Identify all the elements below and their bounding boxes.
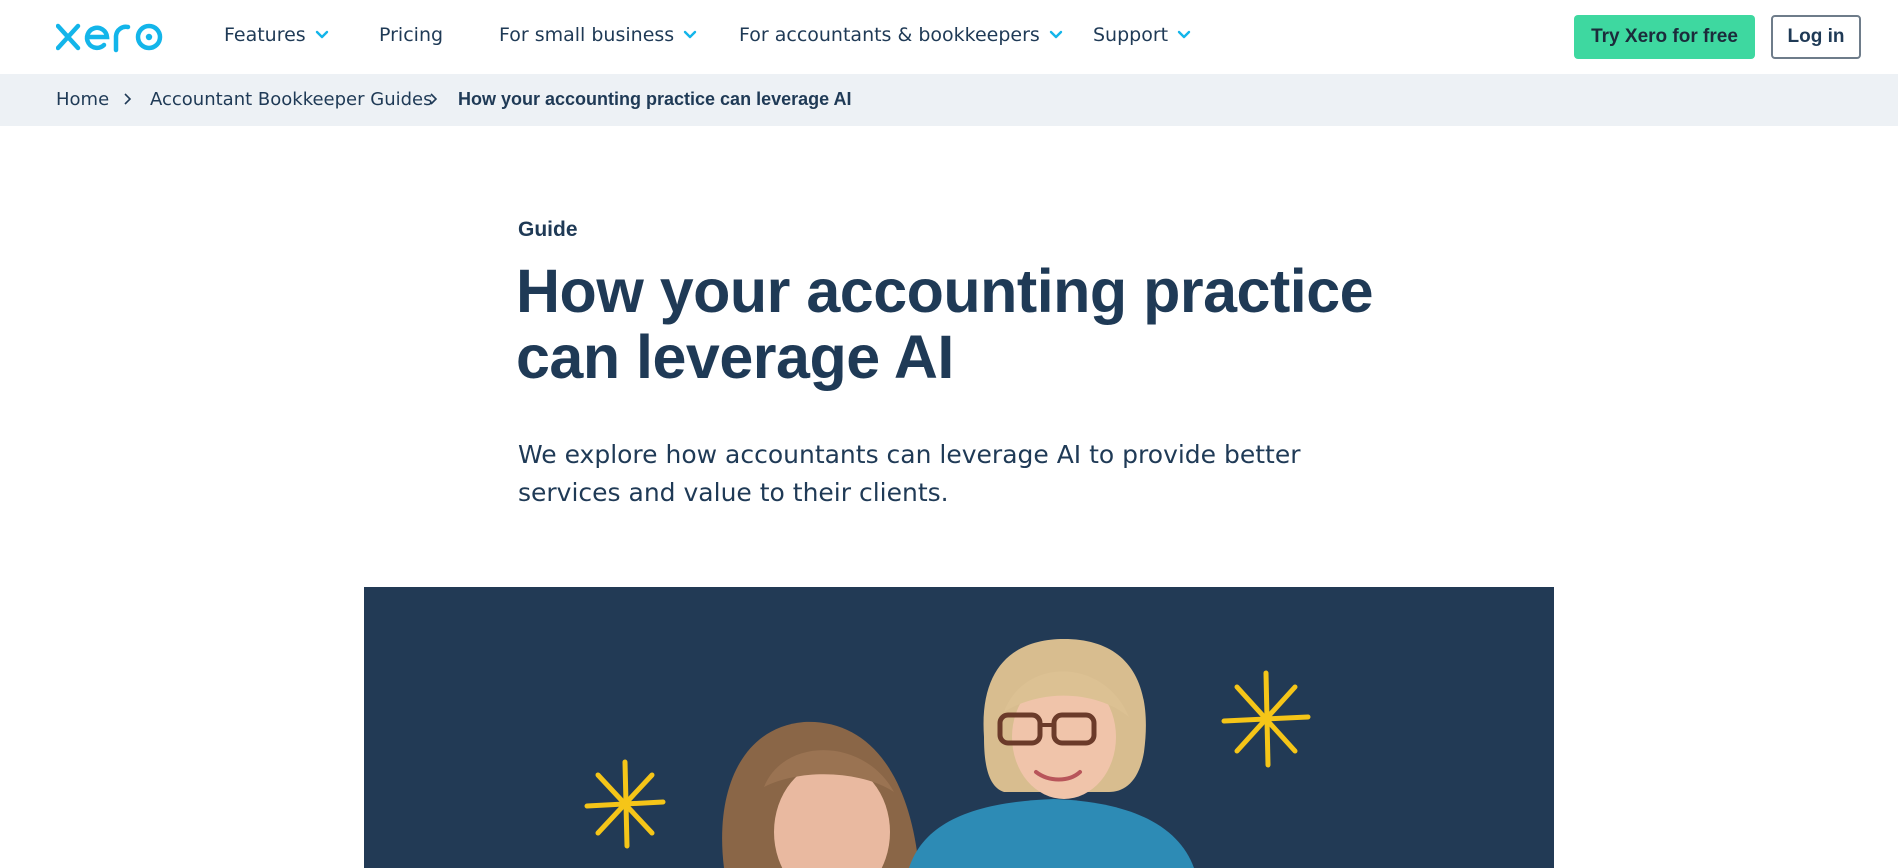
nav-pricing-label: Pricing [379,24,444,46]
breadcrumb-accountant-guides[interactable]: Accountant Bookkeeper Guides [150,89,432,110]
breadcrumb: Home Accountant Bookkeeper Guides How yo… [0,74,1898,126]
sparkle-icon [584,759,666,849]
top-navigation: Features Pricing For small business For … [0,0,1898,74]
nav-support[interactable]: Support [1093,24,1192,46]
chevron-right-icon [124,93,132,105]
nav-features[interactable]: Features [224,24,330,46]
xero-logo[interactable] [56,20,166,54]
login-button[interactable]: Log in [1771,15,1861,59]
hero-illustration [584,639,1311,868]
page-title: How your accounting practice can leverag… [516,257,1374,391]
chevron-down-icon [683,30,697,39]
chevron-down-icon [315,30,328,39]
chevron-down-icon [1049,30,1063,39]
nav-support-label: Support [1093,24,1169,46]
sparkle-icon [1221,670,1311,768]
nav-features-label: Features [224,24,306,46]
chevron-down-icon [1177,30,1191,39]
breadcrumb-home[interactable]: Home [56,89,109,110]
article-lead: We explore how accountants can leverage … [518,440,1301,507]
nav-pricing[interactable]: Pricing [379,24,443,46]
hero-image [364,587,1554,868]
nav-small-business[interactable]: For small business [499,24,698,46]
chevron-right-icon [430,93,438,105]
nav-accountants-bookkeepers[interactable]: For accountants & bookkeepers [739,24,1064,46]
breadcrumb-current-page: How your accounting practice can leverag… [458,89,852,109]
article-eyebrow: Guide [518,218,578,241]
try-xero-free-button[interactable]: Try Xero for free [1574,15,1755,59]
nav-small-business-label: For small business [499,24,675,46]
nav-accountants-label: For accountants & bookkeepers [739,24,1040,46]
